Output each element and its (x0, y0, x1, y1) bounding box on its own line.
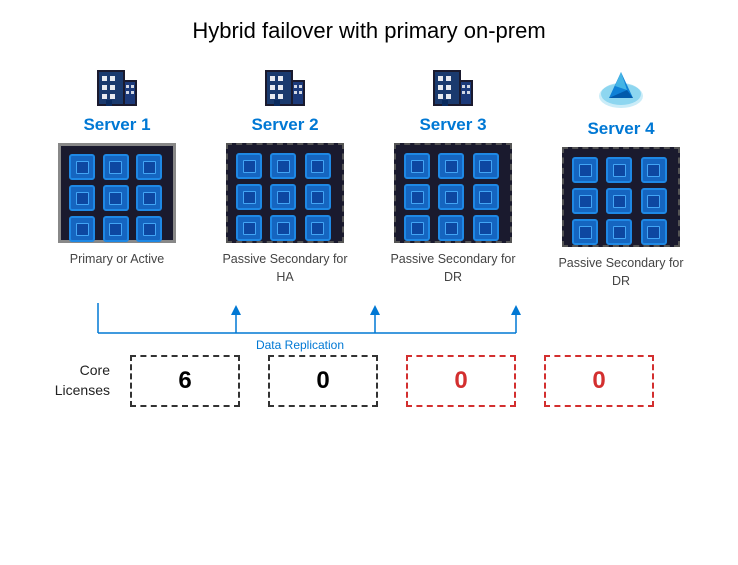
cpu-2-1 (236, 153, 262, 179)
cpu-2-5 (270, 184, 296, 210)
building-icon-1 (93, 62, 141, 115)
cpu-2-8 (270, 215, 296, 241)
cpu-4-3 (641, 157, 667, 183)
cpu-1-6 (136, 185, 162, 211)
cpu-2-7 (236, 215, 262, 241)
core-licenses-label: CoreLicenses (30, 361, 110, 400)
cpu-4-6 (641, 188, 667, 214)
server-1-box (58, 143, 176, 243)
cpu-3-1 (404, 153, 430, 179)
server-2-desc: Passive Secondary for HA (215, 251, 355, 299)
cpu-4-5 (606, 188, 632, 214)
server-4-desc: Passive Secondary for DR (551, 255, 691, 303)
license-box-4: 0 (544, 355, 654, 407)
cpu-3-2 (438, 153, 464, 179)
cpu-1-4 (69, 185, 95, 211)
cpu-2-6 (305, 184, 331, 210)
cpu-4-2 (606, 157, 632, 183)
cpu-4-7 (572, 219, 598, 245)
cpu-1-3 (136, 154, 162, 180)
cpu-4-1 (572, 157, 598, 183)
server-3-box (394, 143, 512, 243)
cpu-3-7 (404, 215, 430, 241)
cpu-2-9 (305, 215, 331, 241)
server-3-label: Server 3 (419, 115, 486, 135)
server-col-4: Server 4 Passive Secondary for DR (551, 62, 691, 303)
cpu-4-9 (641, 219, 667, 245)
licenses-area: CoreLicenses 6 0 0 0 (0, 355, 738, 407)
license-boxes: 6 0 0 0 (130, 355, 654, 407)
page-title: Hybrid failover with primary on-prem (0, 0, 738, 44)
cpu-3-4 (404, 184, 430, 210)
server-4-label: Server 4 (587, 119, 654, 139)
cpu-4-8 (606, 219, 632, 245)
cpu-2-2 (270, 153, 296, 179)
license-box-1: 6 (130, 355, 240, 407)
cpu-1-5 (103, 185, 129, 211)
cpu-2-4 (236, 184, 262, 210)
arrows-svg: Data Replication (0, 303, 738, 353)
server-1-label: Server 1 (83, 115, 150, 135)
cpu-3-5 (438, 184, 464, 210)
cpu-3-3 (473, 153, 499, 179)
server-col-1: Server 1 Primary or Active (47, 62, 187, 299)
server-col-3: Server 3 Passive Secondary for DR (383, 62, 523, 299)
cpu-1-8 (103, 216, 129, 242)
license-box-3: 0 (406, 355, 516, 407)
server-2-label: Server 2 (251, 115, 318, 135)
building-icon-2 (261, 62, 309, 115)
server-col-2: Server 2 Passive Secondary for HA (215, 62, 355, 299)
cloud-icon-4 (595, 62, 647, 119)
svg-text:Data Replication: Data Replication (256, 338, 344, 352)
diagram-area: Server 1 Primary or Active (0, 62, 738, 303)
cpu-1-9 (136, 216, 162, 242)
server-4-box (562, 147, 680, 247)
license-box-2: 0 (268, 355, 378, 407)
replication-arrows-area: Data Replication (0, 303, 738, 353)
cpu-1-7 (69, 216, 95, 242)
cpu-2-3 (305, 153, 331, 179)
cpu-3-6 (473, 184, 499, 210)
server-1-desc: Primary or Active (70, 251, 164, 299)
cpu-1-2 (103, 154, 129, 180)
cpu-3-8 (438, 215, 464, 241)
server-2-box (226, 143, 344, 243)
building-icon-3 (429, 62, 477, 115)
cpu-4-4 (572, 188, 598, 214)
cpu-1-1 (69, 154, 95, 180)
server-3-desc: Passive Secondary for DR (383, 251, 523, 299)
cpu-3-9 (473, 215, 499, 241)
